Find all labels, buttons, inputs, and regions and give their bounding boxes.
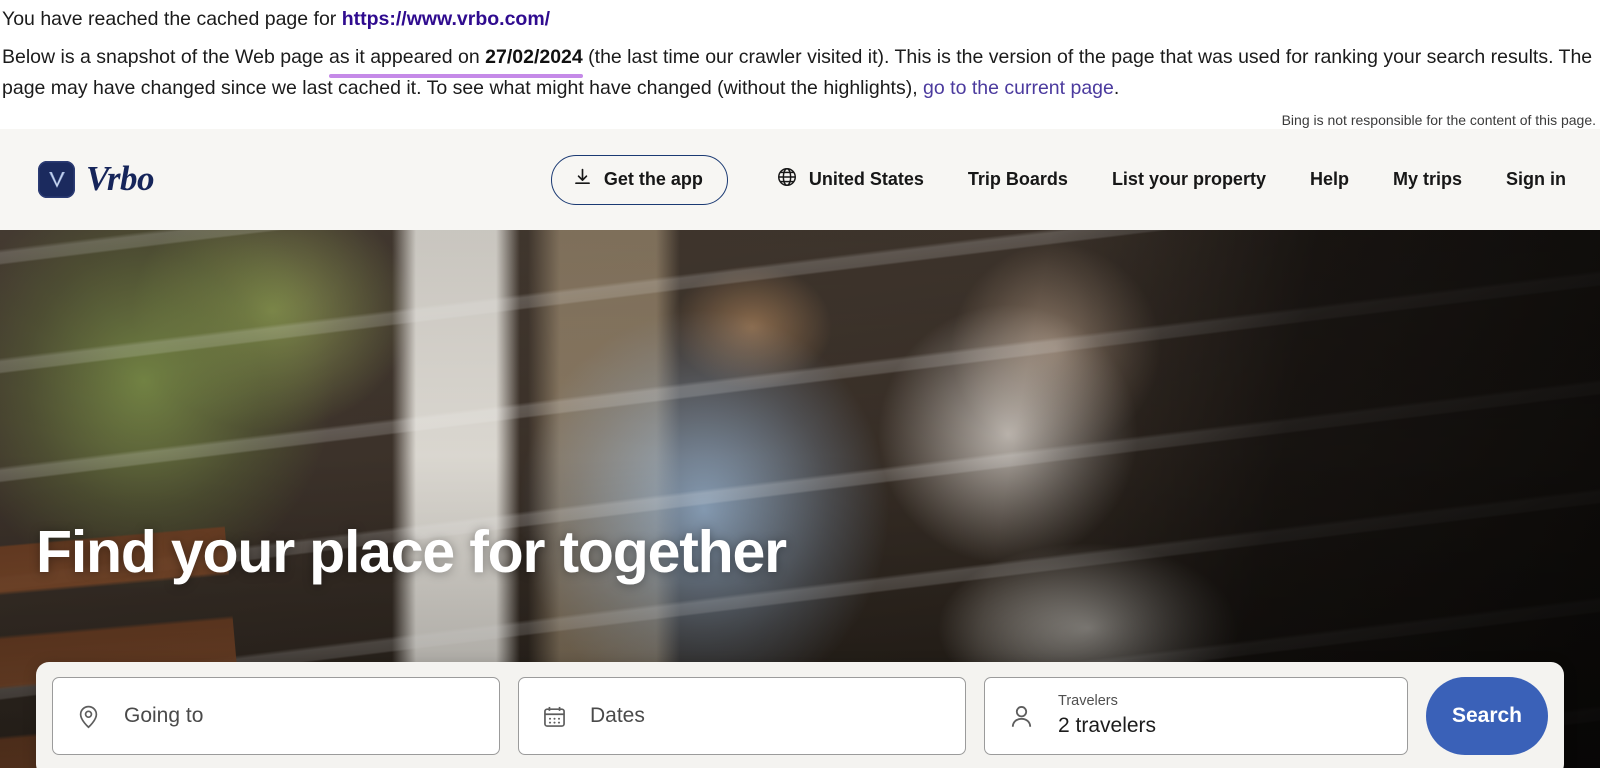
get-the-app-label: Get the app	[603, 169, 703, 189]
globe-icon	[776, 166, 798, 193]
nav-item-help[interactable]: Help	[1288, 159, 1371, 200]
nav-item-label: Help	[1309, 169, 1349, 189]
bing-cache-banner: You have reached the cached page for htt…	[0, 0, 1600, 129]
nav-item-list-your-property[interactable]: List your property	[1090, 159, 1288, 200]
cache-date: 27/02/2024	[485, 46, 583, 68]
travelers-text-stack: Travelers 2 travelers	[1058, 693, 1157, 738]
bing-disclaimer: Bing is not responsible for the content …	[1281, 112, 1596, 128]
get-the-app-button[interactable]: Get the app	[550, 154, 728, 205]
nav-item-trip-boards[interactable]: Trip Boards	[946, 159, 1090, 200]
vrbo-v-monogram-icon	[38, 161, 75, 198]
vrbo-logo[interactable]: Vrbo	[38, 158, 155, 199]
calendar-icon	[541, 703, 568, 730]
travelers-value: 2 travelers	[1058, 714, 1157, 738]
hero-section: Find your place for together Going to Da…	[0, 230, 1600, 768]
travelers-label: Travelers	[1058, 693, 1118, 710]
cache-body-part1: Below is a snapshot of the Web page	[2, 46, 330, 68]
map-pin-icon	[75, 703, 102, 730]
cache-highlight-prefix: as it appeared on	[329, 46, 486, 68]
nav-item-label: Sign in	[1506, 169, 1566, 189]
download-icon	[572, 167, 593, 193]
going-to-placeholder: Going to	[124, 704, 204, 727]
nav-item-label: My trips	[1392, 169, 1462, 189]
nav-item-my-trips[interactable]: My trips	[1371, 159, 1484, 200]
nav-item-sign-in[interactable]: Sign in	[1484, 159, 1566, 200]
site-navbar: Vrbo Get the app United States Trip Boar…	[0, 129, 1600, 230]
search-card: Going to Dates Travelers 2 travelers Sea…	[36, 662, 1564, 768]
cached-page-snapshot: Vrbo Get the app United States Trip Boar…	[0, 129, 1600, 768]
cached-url-link[interactable]: https://www.vrbo.com/	[342, 8, 550, 30]
navbar-right-group: Get the app United States Trip Boards Li…	[550, 154, 1600, 205]
nav-item-label: United States	[808, 169, 924, 189]
search-button[interactable]: Search	[1426, 677, 1548, 755]
dates-field[interactable]: Dates	[518, 677, 966, 755]
cache-headline-prefix: You have reached the cached page for	[2, 8, 342, 30]
person-icon	[1007, 702, 1036, 731]
vrbo-wordmark: Vrbo	[86, 158, 155, 198]
cache-headline: You have reached the cached page for htt…	[0, 4, 1600, 34]
cache-description: Below is a snapshot of the Web page as i…	[0, 42, 1600, 104]
nav-item-united-states[interactable]: United States	[754, 156, 946, 203]
travelers-field[interactable]: Travelers 2 travelers	[984, 677, 1408, 755]
go-to-current-page-link[interactable]: go to the current page	[923, 77, 1114, 99]
cache-body-part3: .	[1113, 77, 1120, 99]
hero-title: Find your place for together	[36, 519, 787, 585]
nav-item-label: Trip Boards	[967, 169, 1068, 189]
dates-placeholder: Dates	[590, 704, 645, 727]
cache-highlight: as it appeared on 27/02/2024	[329, 42, 583, 78]
going-to-field[interactable]: Going to	[52, 677, 500, 755]
nav-item-label: List your property	[1111, 169, 1266, 189]
